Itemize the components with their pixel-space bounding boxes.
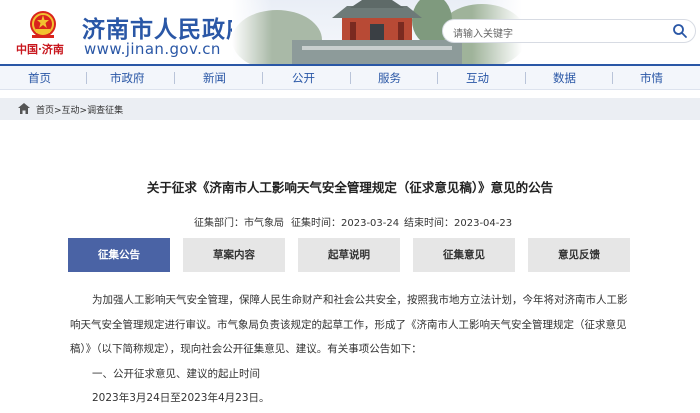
search-icon[interactable] bbox=[672, 23, 688, 39]
nav-divider bbox=[86, 72, 87, 84]
national-emblem-icon bbox=[30, 11, 56, 38]
tab-submit-opinion[interactable]: 征集意见 bbox=[413, 238, 515, 272]
nav-divider bbox=[174, 72, 175, 84]
nav-item-government[interactable]: 市政府 bbox=[110, 70, 145, 86]
site-url[interactable]: www.jinan.gov.cn bbox=[84, 40, 221, 58]
tab-announcement[interactable]: 征集公告 bbox=[68, 238, 170, 272]
tab-drafting-notes[interactable]: 起草说明 bbox=[298, 238, 400, 272]
nav-item-interaction[interactable]: 互动 bbox=[466, 70, 489, 86]
city-logo-text: 中国·济南 bbox=[16, 43, 64, 56]
collection-end-date: 结束时间：2023-04-23 bbox=[404, 218, 513, 229]
breadcrumb: 首页>互动>调查征集 bbox=[0, 98, 700, 120]
nav-item-news[interactable]: 新闻 bbox=[203, 70, 226, 86]
site-header: 中国·济南 济南市人民政府 www.jinan.gov.cn 请输入关键字 bbox=[0, 0, 700, 64]
collection-start-date: 征集时间：2023-03-24 bbox=[291, 218, 400, 229]
nav-item-services[interactable]: 服务 bbox=[378, 70, 401, 86]
page-title: 关于征求《济南市人工影响天气安全管理规定（征求意见稿）》意见的公告 bbox=[146, 180, 554, 195]
tab-bar: 征集公告 草案内容 起草说明 征集意见 意见反馈 bbox=[68, 238, 632, 272]
tab-feedback[interactable]: 意见反馈 bbox=[528, 238, 630, 272]
body-paragraph-line: 为加强人工影响天气安全管理，保障人民生命财产和社会公共安全，按照我市地方立法计划… bbox=[92, 294, 628, 306]
body-paragraph-line: 响天气安全管理规定进行审议。市气象局负责该规定的起草工作，形成了《济南市人工影响… bbox=[70, 319, 627, 331]
nav-divider bbox=[525, 72, 526, 84]
nav-divider bbox=[262, 72, 263, 84]
section-heading: 一、公开征求意见、建议的起止时间 bbox=[92, 368, 260, 380]
nav-divider bbox=[350, 72, 351, 84]
search-box[interactable]: 请输入关键字 bbox=[442, 19, 696, 43]
body-paragraph-line: 稿）》（以下简称规定），现向社会公开征集意见、建议。有关事项公告如下： bbox=[70, 343, 422, 355]
breadcrumb-path[interactable]: 首页>互动>调查征集 bbox=[36, 103, 123, 116]
nav-divider bbox=[437, 72, 438, 84]
body-paragraph-line: 2023年3月24日至2023年4月23日。 bbox=[92, 392, 270, 404]
page: 中国·济南 济南市人民政府 www.jinan.gov.cn 请输入关键字 首页… bbox=[0, 0, 700, 413]
search-input[interactable]: 请输入关键字 bbox=[453, 25, 513, 40]
main-nav: 首页 市政府 新闻 公开 服务 互动 数据 市情 bbox=[0, 64, 700, 90]
nav-item-home[interactable]: 首页 bbox=[28, 70, 51, 86]
site-title[interactable]: 济南市人民政府 bbox=[82, 10, 250, 44]
collection-department: 征集部门：市气象局 bbox=[194, 218, 284, 229]
nav-item-data[interactable]: 数据 bbox=[553, 70, 576, 86]
nav-item-disclosure[interactable]: 公开 bbox=[292, 70, 315, 86]
nav-divider bbox=[612, 72, 613, 84]
nav-item-city-info[interactable]: 市情 bbox=[640, 70, 663, 86]
tab-draft-content[interactable]: 草案内容 bbox=[183, 238, 285, 272]
home-icon[interactable] bbox=[18, 103, 30, 114]
